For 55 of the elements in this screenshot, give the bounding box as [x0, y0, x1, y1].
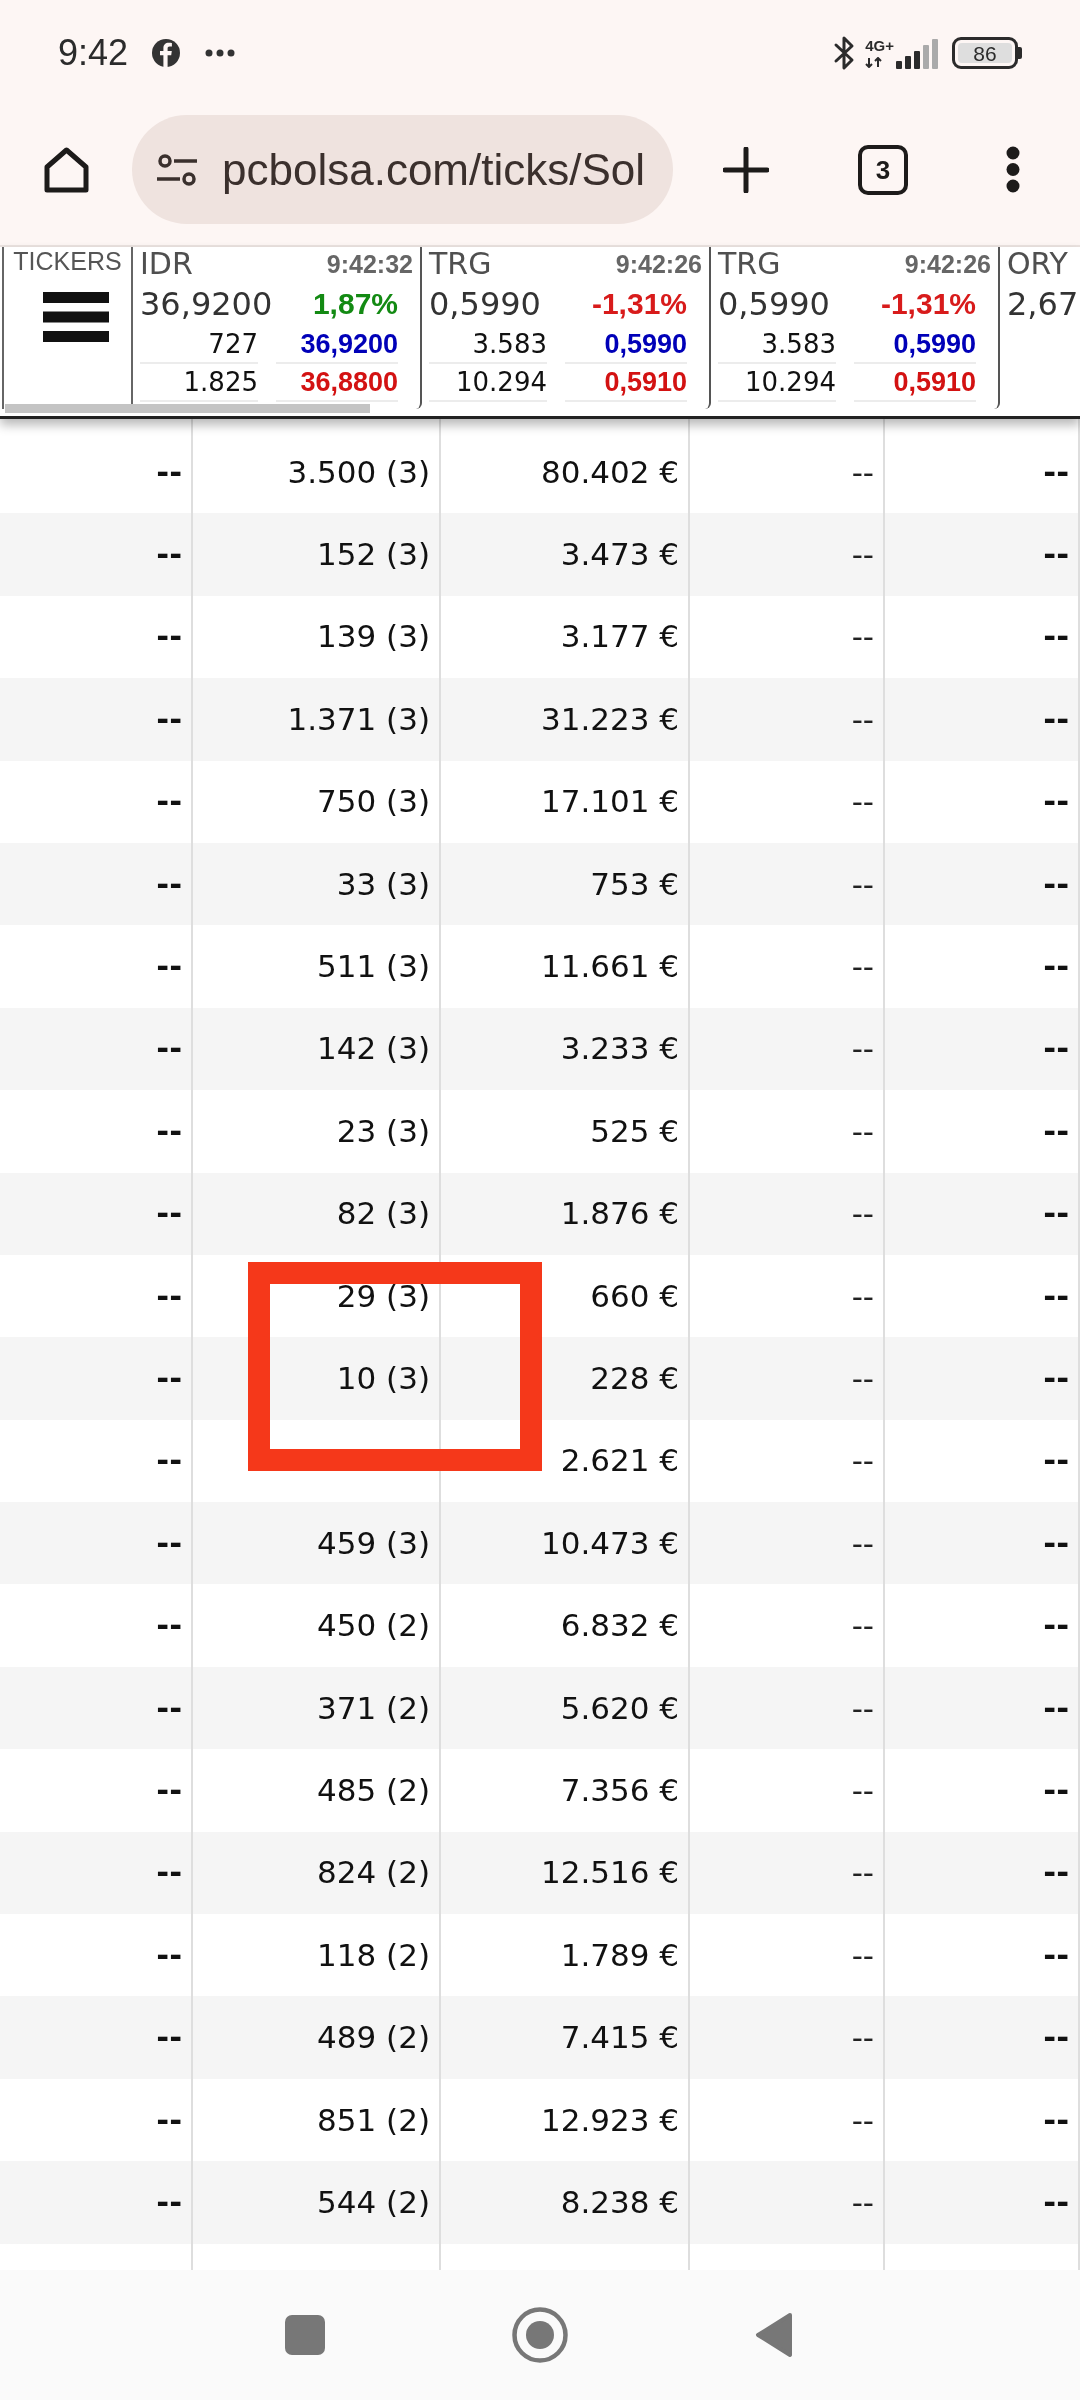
- ticker-price: 0,5990: [429, 287, 541, 320]
- plus-icon: [723, 146, 769, 193]
- home-nav-button[interactable]: [512, 2307, 568, 2363]
- tune-icon[interactable]: [157, 152, 197, 187]
- ticker-price: 0,5990: [718, 287, 830, 320]
- ticker-price: 36,9200: [140, 287, 273, 320]
- table-cell: --: [885, 2161, 1080, 2244]
- battery-indicator: 86: [952, 37, 1022, 69]
- data-arrows-icon: [865, 57, 884, 68]
- table-cell: --: [0, 2161, 193, 2244]
- new-tab-button[interactable]: [723, 146, 769, 193]
- ticker-price: 2,67: [1007, 287, 1079, 320]
- table-cell: 8.238 €: [441, 2161, 690, 2244]
- recent-apps-button[interactable]: [285, 2315, 325, 2355]
- ticker-value: 36,9200: [276, 326, 398, 364]
- ticker-value: 10.294: [718, 364, 836, 402]
- ticker-value: 1.825: [140, 364, 258, 402]
- table-cell: --: [690, 2161, 885, 2244]
- back-button[interactable]: [755, 2312, 793, 2358]
- ticker-change: -1,31%: [591, 288, 687, 319]
- ticker-value: 0,5910: [565, 364, 687, 402]
- table-cell: 544 (2): [193, 2161, 441, 2244]
- tab-switcher-button[interactable]: 3: [858, 144, 908, 195]
- ticker-symbol: IDR: [140, 249, 193, 279]
- ticker-change: 1,87%: [312, 288, 398, 319]
- ticker-value: 0,5990: [565, 326, 687, 364]
- ticker-value: 727: [140, 326, 258, 364]
- network-type: 4G+: [865, 38, 894, 53]
- address-bar[interactable]: pcbolsa.com/ticks/Sol: [132, 115, 673, 224]
- ring-icon: [512, 2307, 568, 2363]
- ticker-value: 0,5990: [854, 326, 976, 364]
- bluetooth-icon: [833, 35, 856, 71]
- ticker-value: 36,8800: [276, 364, 398, 402]
- ticker-time: 9:42:26: [904, 251, 991, 277]
- signal-icon: [896, 39, 938, 69]
- ticker-time: 9:42:26: [615, 251, 702, 277]
- tickers-label: TICKERS: [13, 247, 122, 272]
- dots-icon: [205, 49, 236, 57]
- ticker-symbol: ORY: [1007, 249, 1068, 279]
- scrollbar[interactable]: [5, 404, 370, 413]
- ticker-change: -1,31%: [880, 288, 976, 319]
- ticker-value: 3.583: [429, 326, 547, 364]
- ticker-value: 0,5910: [854, 364, 976, 402]
- more-menu-button[interactable]: [1006, 146, 1020, 193]
- ticker-value: 3.583: [718, 326, 836, 364]
- ticker-value: 10.294: [429, 364, 547, 402]
- ticker-symbol: TRG: [429, 249, 492, 279]
- more-icon: [1006, 146, 1020, 193]
- triangle-icon: [755, 2312, 793, 2358]
- f-logo-icon: [152, 39, 181, 67]
- menu-icon[interactable]: [43, 292, 109, 342]
- ticker-time: 9:42:32: [326, 251, 413, 277]
- status-time: 9:42: [58, 35, 129, 71]
- ticker-symbol: TRG: [718, 249, 781, 279]
- square-icon: [285, 2315, 325, 2355]
